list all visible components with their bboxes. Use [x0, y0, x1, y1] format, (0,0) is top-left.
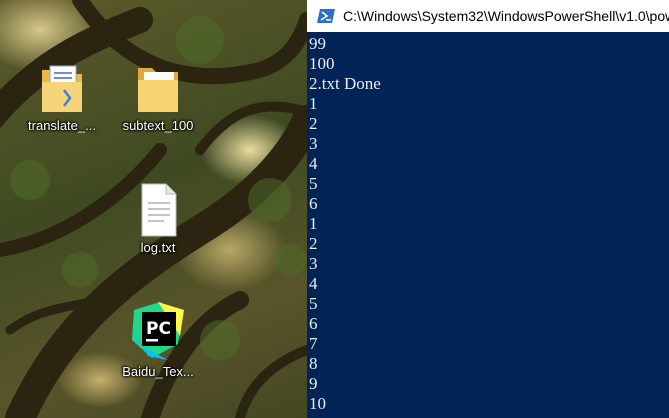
desktop-icon-label: subtext_100 [122, 118, 194, 133]
desktop-icon-baidu[interactable]: PC Baidu_Tex... [110, 300, 206, 379]
document-folder-icon [42, 65, 82, 112]
console-line: 10 [309, 394, 326, 413]
console-line: 100 [309, 54, 335, 73]
console-line: 6 [309, 314, 318, 333]
console-line: 9 [309, 374, 318, 393]
console-line: 8 [309, 354, 318, 373]
console-line: 2 [309, 234, 318, 253]
desktop-icon-label: Baidu_Tex... [122, 364, 194, 379]
window-title: C:\Windows\System32\WindowsPowerShell\v1… [343, 8, 669, 24]
console-line: 2 [309, 114, 318, 133]
text-file-icon [141, 183, 177, 237]
powershell-icon [317, 9, 335, 23]
console-line: 11 [309, 414, 669, 418]
desktop-icon-label: translate_... [28, 118, 96, 133]
console-line: 99 [309, 34, 326, 53]
console-line: 1 [309, 214, 318, 233]
console-line: 4 [309, 274, 318, 293]
folder-icon [138, 68, 178, 112]
console-line: 5 [309, 174, 318, 193]
desktop-icon-subtext[interactable]: subtext_100 [110, 60, 206, 133]
console-line: 2.txt Done [309, 74, 381, 93]
console-output[interactable]: 991002.txt Done1234561234567891011 [307, 32, 669, 418]
console-line: 3 [309, 134, 318, 153]
powershell-window[interactable]: C:\Windows\System32\WindowsPowerShell\v1… [307, 0, 669, 418]
console-line: 5 [309, 294, 318, 313]
desktop-icon-translate[interactable]: translate_... [14, 60, 110, 133]
svg-text:PC: PC [146, 319, 171, 339]
pycharm-icon: PC [132, 302, 184, 360]
console-line: 3 [309, 254, 318, 273]
console-line: 7 [309, 334, 318, 353]
desktop-icon-label: log.txt [140, 240, 176, 255]
powershell-titlebar[interactable]: C:\Windows\System32\WindowsPowerShell\v1… [307, 0, 669, 32]
console-line: 4 [309, 154, 318, 173]
console-line: 6 [309, 194, 318, 213]
console-line: 1 [309, 94, 318, 113]
desktop-icon-log[interactable]: log.txt [110, 182, 206, 255]
